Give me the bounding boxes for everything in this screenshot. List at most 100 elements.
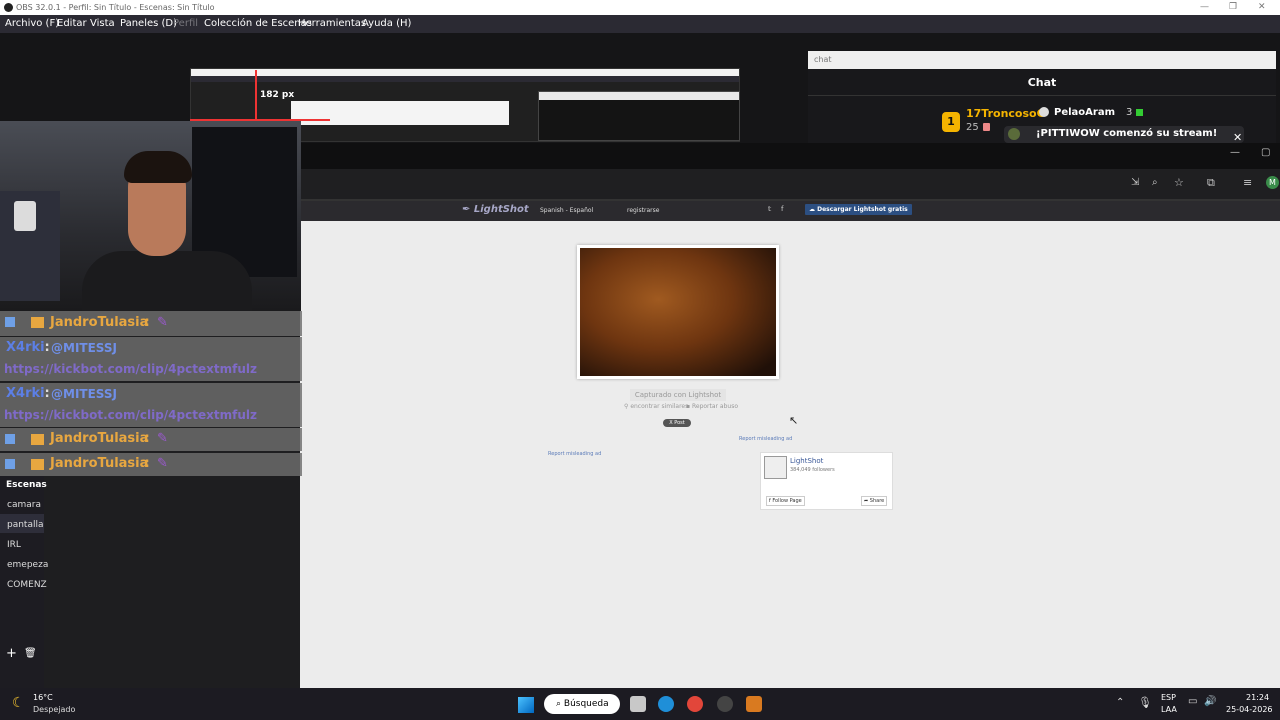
- scenes-header: Escenas: [6, 480, 47, 490]
- network-icon[interactable]: ▭: [1188, 696, 1197, 707]
- report-abuse-link[interactable]: ▪ Reportar abuso: [686, 403, 738, 410]
- menu-archivo[interactable]: Archivo (F): [5, 15, 59, 33]
- browser-minimize-icon[interactable]: —: [1230, 147, 1240, 158]
- keyboard-layout[interactable]: LAA: [1161, 705, 1177, 714]
- menu-ayuda[interactable]: Ayuda (H): [362, 15, 411, 33]
- clock-date[interactable]: 25-04-2026: [1226, 705, 1273, 714]
- gift-icon: [983, 123, 990, 131]
- person-hair: [124, 151, 192, 183]
- chat-url-bar[interactable]: chat: [808, 51, 1276, 69]
- overlay-username: JandroTulasia: [50, 315, 149, 330]
- bookmark-star-icon[interactable]: ☆: [1174, 176, 1184, 189]
- chat-user-1[interactable]: 17TroncosoC: [966, 107, 1045, 120]
- edge-icon[interactable]: [658, 696, 674, 712]
- overlay-link: https://kickbot.com/clip/4pctextmfulz: [4, 408, 257, 422]
- register-link[interactable]: registrarse: [627, 207, 659, 214]
- weather-desc[interactable]: Despejado: [33, 705, 75, 714]
- app-taskbar-icon[interactable]: [746, 696, 762, 712]
- fb-page-name[interactable]: LightShot: [790, 457, 823, 465]
- lightshot-header: ✒ LightShot Spanish - Español registrars…: [300, 201, 1280, 221]
- overlay-username: X4rki: [6, 340, 45, 355]
- lightshot-logo[interactable]: ✒ LightShot: [462, 204, 529, 215]
- mouse-cursor: ↖: [789, 414, 799, 427]
- scenes-dock: Escenas camara pantalla IRL emepeza COME…: [0, 476, 48, 688]
- browser-maximize-icon[interactable]: ▢: [1261, 147, 1270, 158]
- scene-item-camara[interactable]: camara: [7, 500, 41, 510]
- zoom-icon[interactable]: ⌕: [1152, 177, 1158, 188]
- screenshot-image[interactable]: [577, 245, 779, 379]
- facebook-icon[interactable]: f: [781, 205, 783, 213]
- microphone-icon[interactable]: 🎙: [1138, 696, 1152, 709]
- scene-item-comenz[interactable]: COMENZ: [7, 580, 47, 590]
- close-icon[interactable]: ✕: [1258, 0, 1266, 15]
- overlay-chat-row: X4rki : @MITESSJ https://kickbot.com/cli…: [0, 383, 302, 427]
- overlay-mention: @MITESSJ: [51, 387, 117, 401]
- delete-scene-icon[interactable]: 🗑: [24, 648, 37, 659]
- emote-icon: ✎: [157, 431, 168, 446]
- language-indicator[interactable]: ESP: [1161, 693, 1176, 702]
- badge-cube-icon: [5, 459, 15, 469]
- chat-dock: chat Chat 1 17TroncosoC 25 PelaoAram 3 ¡…: [808, 51, 1276, 144]
- maximize-icon[interactable]: ❐: [1229, 0, 1237, 15]
- find-similar-link[interactable]: ⚲ encontrar similares: [624, 403, 688, 410]
- captured-label: Capturado con Lightshot: [630, 389, 726, 401]
- taskbar-search[interactable]: ⌕ Búsqueda: [544, 694, 620, 714]
- user-2-badge-icon: [1039, 107, 1049, 117]
- media-icon[interactable]: ≡: [1243, 176, 1252, 189]
- menu-perfil[interactable]: Perfil: [173, 15, 198, 33]
- language-select[interactable]: Spanish - Español: [540, 207, 593, 214]
- chat-user-2-count: 3: [1126, 107, 1133, 118]
- show-hidden-icons[interactable]: ⌃: [1116, 697, 1124, 708]
- obs-taskbar-icon[interactable]: [717, 696, 733, 712]
- obs-title-bar: OBS 32.0.1 - Perfil: Sin Título - Escena…: [0, 0, 1280, 15]
- install-app-icon[interactable]: ⇲: [1131, 177, 1139, 188]
- crown-icon: [31, 317, 44, 328]
- menu-vista[interactable]: Vista: [90, 15, 115, 33]
- lightshot-feather-icon: [764, 456, 787, 479]
- browser-address-bar[interactable]: ⇲ ⌕ ☆ ⧉ ≡ M: [300, 169, 1280, 199]
- profile-avatar[interactable]: M: [1266, 176, 1279, 189]
- overlay-username: X4rki: [6, 386, 45, 401]
- chrome-icon[interactable]: [687, 696, 703, 712]
- add-scene-icon[interactable]: +: [6, 646, 17, 661]
- overlay-separator: :: [140, 315, 155, 330]
- chat-title: Chat: [1027, 76, 1057, 89]
- menu-coleccion-escenas[interactable]: Colección de Escenas: [204, 15, 312, 33]
- scene-item-irl[interactable]: IRL: [7, 540, 21, 550]
- twitter-icon[interactable]: 𝕥: [768, 205, 771, 213]
- chat-user-1-count: 25: [966, 122, 979, 133]
- windows-start-icon[interactable]: [518, 697, 534, 713]
- overlay-username: JandroTulasia: [50, 456, 149, 471]
- fb-share-button[interactable]: ➦ Share: [861, 496, 888, 506]
- webcam-feed: [0, 121, 301, 311]
- green-gem-icon: [1136, 109, 1143, 116]
- overlay-mention: @MITESSJ: [51, 341, 117, 355]
- overlay-username: JandroTulasia: [50, 431, 149, 446]
- scene-item-pantalla[interactable]: pantalla: [7, 520, 44, 530]
- obs-logo-icon: [4, 3, 13, 12]
- volume-icon[interactable]: 🔊: [1204, 696, 1216, 707]
- fb-follow-button[interactable]: f Follow Page: [766, 496, 805, 506]
- menu-paneles[interactable]: Paneles (D): [120, 15, 177, 33]
- extensions-icon[interactable]: ⧉: [1207, 176, 1215, 190]
- stream-notice-text: ¡PITTIWOW comenzó su stream!: [1036, 128, 1218, 139]
- overlay-link: https://kickbot.com/clip/4pctextmfulz: [4, 362, 257, 376]
- overlay-chat-row: JandroTulasia : ✎: [0, 311, 302, 336]
- menu-editar[interactable]: Editar: [57, 15, 87, 33]
- report-misleading-ad-left[interactable]: Report misleading ad: [548, 451, 601, 457]
- post-on-x-button[interactable]: X Post: [663, 419, 691, 427]
- minimize-icon[interactable]: —: [1200, 0, 1209, 15]
- scene-item-emepeza[interactable]: emepeza: [7, 560, 48, 570]
- menu-herramientas[interactable]: Herramientas: [298, 15, 366, 33]
- download-lightshot-button[interactable]: ☁ Descargar Lightshot gratis: [805, 204, 912, 215]
- facebook-page-card: LightShot 384,049 followers f Follow Pag…: [760, 452, 893, 510]
- weather-temp[interactable]: 16°C: [33, 693, 53, 702]
- chat-user-2[interactable]: PelaoAram: [1054, 107, 1115, 118]
- overlay-chat-row: X4rki : @MITESSJ https://kickbot.com/cli…: [0, 337, 302, 381]
- clock-time[interactable]: 21:24: [1246, 693, 1269, 702]
- task-view-icon[interactable]: [630, 696, 646, 712]
- report-misleading-ad-right[interactable]: Report misleading ad: [739, 436, 792, 442]
- streamer-avatar: [1008, 128, 1020, 140]
- fb-followers: 384,049 followers: [790, 467, 835, 473]
- person-shirt: [82, 251, 252, 311]
